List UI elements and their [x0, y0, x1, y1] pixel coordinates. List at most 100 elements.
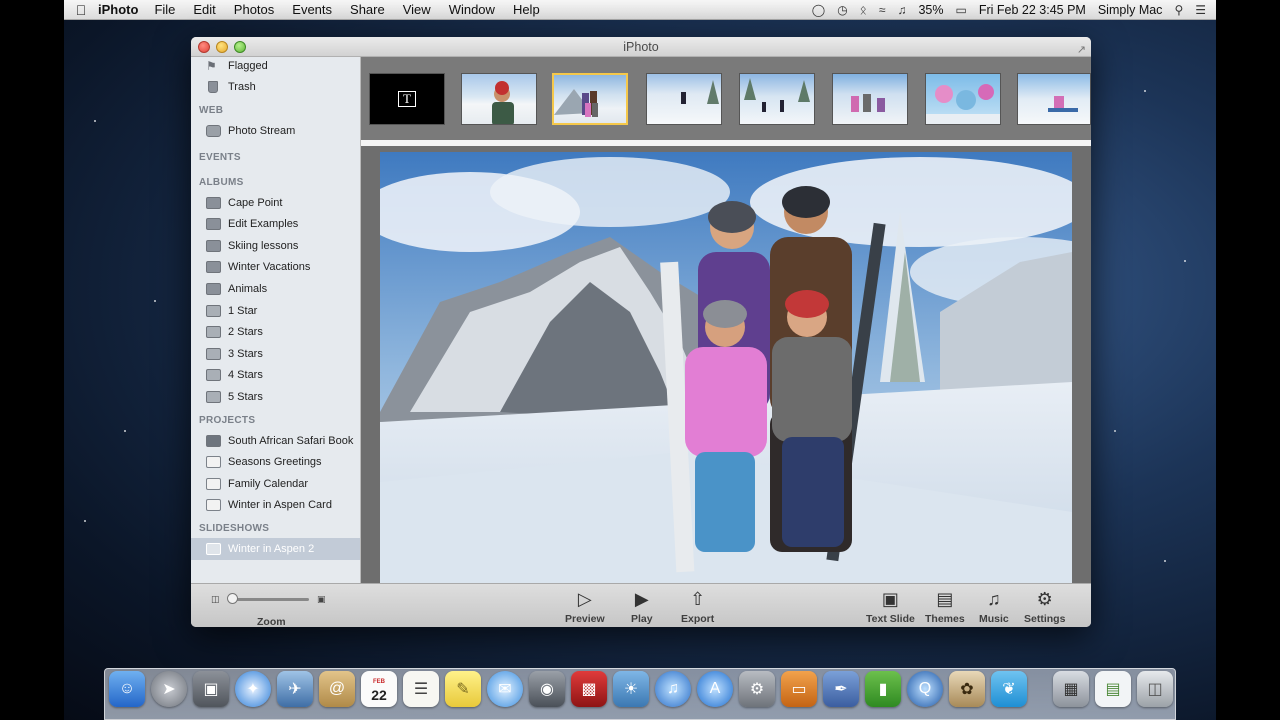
facetime-icon[interactable]: ◉	[529, 671, 565, 707]
clock[interactable]: Fri Feb 22 3:45 PM	[979, 3, 1086, 17]
battery-percent[interactable]: 35%	[918, 3, 943, 17]
zoom-slider-knob[interactable]	[227, 593, 238, 604]
menu-events[interactable]: Events	[292, 2, 332, 17]
text-slide-button[interactable]: ▣ Text Slide	[866, 588, 915, 625]
filmstrip-title-slide[interactable]: T	[369, 73, 445, 125]
bluetooth-icon[interactable]: ᛟ	[860, 3, 867, 17]
apple-menu-icon[interactable]: 	[64, 2, 98, 18]
sidebar-item-4-stars[interactable]: 4 Stars	[191, 365, 360, 387]
sidebar-item-label: Flagged	[228, 59, 268, 72]
preview-doc-icon[interactable]: ▤	[1095, 671, 1131, 707]
menu-photos[interactable]: Photos	[234, 2, 274, 17]
sidebar-item-safari-book[interactable]: South African Safari Book	[191, 430, 360, 452]
minimize-button[interactable]	[216, 41, 228, 53]
numbers-icon[interactable]: ▮	[865, 671, 901, 707]
notes-icon[interactable]: ✎	[445, 671, 481, 707]
menu-help[interactable]: Help	[513, 2, 540, 17]
keynote-icon[interactable]: ▭	[781, 671, 817, 707]
sidebar-item-photo-stream[interactable]: Photo Stream	[191, 120, 360, 142]
battery-icon[interactable]: ▭	[956, 3, 967, 17]
sidebar-item-1-star[interactable]: 1 Star	[191, 300, 360, 322]
iphoto-icon[interactable]: ☀	[613, 671, 649, 707]
menu-window[interactable]: Window	[449, 2, 495, 17]
trash-icon	[208, 81, 218, 94]
sledding-thumb	[1048, 96, 1078, 112]
notification-center-icon[interactable]: ☰	[1195, 3, 1206, 17]
pages-icon[interactable]: ✒	[823, 671, 859, 707]
flag-icon: ⚑	[206, 58, 217, 73]
app-store-icon[interactable]: A	[697, 671, 733, 707]
sidebar-item-aspen-card[interactable]: Winter in Aspen Card	[191, 495, 360, 517]
section-header-events[interactable]: EVENTS	[191, 142, 360, 170]
section-header-projects: PROJECTS	[199, 414, 256, 426]
sidebar-item-3-stars[interactable]: 3 Stars	[191, 343, 360, 365]
menu-edit[interactable]: Edit	[193, 2, 215, 17]
filmstrip-thumb[interactable]	[739, 73, 815, 125]
sidebar-item-2-stars[interactable]: 2 Stars	[191, 321, 360, 343]
sidebar-item-flagged[interactable]: ⚑ Flagged	[191, 57, 360, 77]
filmstrip-thumb[interactable]	[646, 73, 722, 125]
user-menu[interactable]: Simply Mac	[1098, 3, 1163, 17]
system-preferences-icon[interactable]: ⚙	[739, 671, 775, 707]
text-slide-label: Text Slide	[866, 613, 915, 625]
image-capture-icon[interactable]: ▣	[193, 671, 229, 707]
settings-button[interactable]: ⚙ Settings	[1024, 588, 1065, 625]
slide-preview-photo[interactable]	[380, 152, 1072, 583]
quicktime-icon[interactable]: Q	[907, 671, 943, 707]
zoom-in-icon[interactable]: ▣	[317, 594, 326, 605]
screenshot-icon[interactable]: ▦	[1053, 671, 1089, 707]
time-machine-icon[interactable]: ◷	[837, 3, 847, 17]
music-button[interactable]: ♫ Music	[979, 588, 1009, 625]
menu-view[interactable]: View	[403, 2, 431, 17]
sidebar-item-winter-vacations[interactable]: Winter Vacations	[191, 257, 360, 279]
messages-icon[interactable]: ✉	[487, 671, 523, 707]
contacts-icon[interactable]: @	[319, 671, 355, 707]
sidebar-item-skiing-lessons[interactable]: Skiing lessons	[191, 235, 360, 257]
smart-album-icon	[206, 326, 221, 339]
owl-icon[interactable]: ✿	[949, 671, 985, 707]
filmstrip-thumb[interactable]	[1017, 73, 1091, 125]
sidebar-item-cape-point[interactable]: Cape Point	[191, 192, 360, 214]
twitter-icon[interactable]: ❦	[991, 671, 1027, 707]
zoom-button[interactable]	[234, 41, 246, 53]
zoom-slider[interactable]	[229, 598, 309, 601]
sidebar-item-winter-in-aspen-2[interactable]: Winter in Aspen 2	[191, 538, 360, 560]
reminders-icon[interactable]: ☰	[403, 671, 439, 707]
launchpad-icon[interactable]: ➤	[151, 671, 187, 707]
filmstrip-thumb-selected[interactable]	[552, 73, 628, 125]
calendar-icon[interactable]: FEB 22	[361, 671, 397, 707]
zoom-out-icon[interactable]: ◫	[211, 594, 220, 605]
close-button[interactable]	[198, 41, 210, 53]
ski-run-thumb	[744, 78, 810, 112]
volume-icon[interactable]: ♫	[897, 3, 906, 17]
itunes-icon[interactable]: ♫	[655, 671, 691, 707]
themes-button[interactable]: ▤ Themes	[925, 588, 965, 625]
sidebar-item-animals[interactable]: Animals	[191, 278, 360, 300]
trash-icon[interactable]: ◫	[1137, 671, 1173, 707]
sidebar-item-edit-examples[interactable]: Edit Examples	[191, 213, 360, 235]
play-button[interactable]: ▶ Play	[631, 588, 653, 625]
sidebar-item-seasons-greetings[interactable]: Seasons Greetings	[191, 451, 360, 473]
family-skiing-photo	[380, 152, 1072, 583]
filmstrip-thumb[interactable]	[461, 73, 537, 125]
sidebar-item-5-stars[interactable]: 5 Stars	[191, 386, 360, 408]
menu-share[interactable]: Share	[350, 2, 385, 17]
spotlight-search-icon[interactable]: ⚲	[1174, 3, 1183, 17]
filmstrip-thumb[interactable]	[925, 73, 1001, 125]
safari-icon[interactable]: ✦	[235, 671, 271, 707]
sidebar-item-trash[interactable]: Trash	[191, 77, 360, 99]
sidebar-item-family-calendar[interactable]: Family Calendar	[191, 473, 360, 495]
app-menu[interactable]: iPhoto	[98, 2, 138, 17]
notification-icon[interactable]: ◯	[812, 3, 825, 17]
preview-label: Preview	[565, 613, 605, 625]
slideshow-editor: T	[361, 57, 1091, 583]
photo-booth-icon[interactable]: ▩	[571, 671, 607, 707]
section-header-albums: ALBUMS	[199, 176, 244, 188]
menu-file[interactable]: File	[154, 2, 175, 17]
finder-icon[interactable]: ☺	[109, 671, 145, 707]
preview-button[interactable]: ▷ Preview	[565, 588, 605, 625]
wifi-icon[interactable]: ≈	[879, 3, 886, 17]
filmstrip-thumb[interactable]	[832, 73, 908, 125]
export-button[interactable]: ⇧ Export	[681, 588, 714, 625]
mail-icon[interactable]: ✈	[277, 671, 313, 707]
